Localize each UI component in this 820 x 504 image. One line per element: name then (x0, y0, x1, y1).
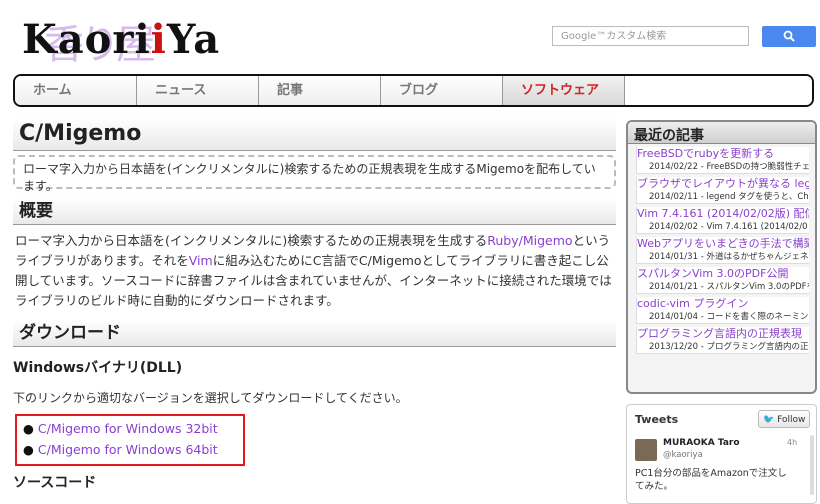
article-item: スパルタンVim 3.0のPDF公開 2014/01/21 - スパルタンVim… (636, 267, 809, 294)
tweets-scrollbar[interactable] (810, 435, 814, 495)
tweets-widget: Tweets 🐦 Follow MURAOKA Taro @kaoriya 4h… (626, 404, 817, 504)
logo-text-main: Kaori (22, 16, 151, 63)
tweet-text: PC1台分の部品をAmazonで注文してみた。 (635, 468, 787, 492)
article-link[interactable]: スパルタンVim 3.0のPDF公開 (637, 267, 809, 281)
article-meta: 2013/12/20 - プログラミング言語内の正規 (649, 342, 809, 352)
overview-text: ローマ字入力から日本語を(インクリメンタルに)検索するための正規表現を生成するR… (15, 231, 616, 311)
nav-home[interactable]: ホーム (15, 76, 137, 105)
article-item: codic-vim プラグイン 2014/01/04 - コードを書く際のネーミ… (636, 297, 809, 324)
logo-text-end: Ya (166, 16, 221, 63)
twitter-bird-icon: 🐦 (763, 415, 775, 425)
article-link[interactable]: Webアプリをいまどきの手法で構築 (637, 237, 809, 251)
tweets-title: Tweets (635, 413, 679, 426)
download-item: ● C/Migemo for Windows 32bit (23, 421, 218, 436)
overview-heading: 概要 (13, 198, 616, 225)
vim-link[interactable]: Vim (189, 253, 213, 268)
article-meta: 2014/01/04 - コードを書く際のネーミング (649, 312, 809, 322)
article-link[interactable]: プログラミング言語内の正規表現 (637, 327, 809, 341)
download-32bit-link[interactable]: C/Migemo for Windows 32bit (38, 421, 218, 436)
nav-articles[interactable]: 記事 (259, 76, 381, 105)
article-link[interactable]: Vim 7.4.161 (2014/02/02版) 配信 (637, 207, 809, 221)
recent-articles-title: 最近の記事 (628, 122, 815, 144)
windows-binary-heading: Windowsバイナリ(DLL) (13, 360, 183, 376)
nav-news[interactable]: ニュース (137, 76, 259, 105)
tweet-timestamp[interactable]: 4h (787, 438, 797, 447)
page-title: C/Migemo (13, 118, 616, 151)
article-meta: 2014/02/11 - legend タグを使うと、Chron (649, 192, 809, 202)
article-meta: 2014/02/02 - Vim 7.4.161 (2014/02/0 (649, 222, 808, 232)
search-icon (783, 30, 795, 42)
download-links: ● C/Migemo for Windows 32bit ● C/Migemo … (15, 414, 245, 466)
article-item: ブラウザでレイアウトが異なる legend 2014/02/11 - legen… (636, 177, 809, 204)
logo-text-accent: i (150, 16, 167, 63)
download-64bit-link[interactable]: C/Migemo for Windows 64bit (38, 442, 218, 457)
article-meta: 2014/02/22 - FreeBSDの持つ脆弱性チェッ (649, 162, 809, 172)
main-content: C/Migemo ローマ字入力から日本語を(インクリメンタルに)検索するための正… (13, 118, 616, 492)
overview-text-part-1: ローマ字入力から日本語を(インクリメンタルに)検索するための正規表現を生成する (15, 233, 488, 248)
download-item: ● C/Migemo for Windows 64bit (23, 442, 218, 457)
nav-empty-slot (625, 76, 812, 105)
article-item: Vim 7.4.161 (2014/02/02版) 配信 2014/02/02 … (636, 207, 809, 234)
source-code-heading: ソースコード (13, 475, 97, 491)
main-nav: ホーム ニュース 記事 ブログ ソフトウェア (13, 74, 814, 107)
article-item: FreeBSDでrubyを更新する 2014/02/22 - FreeBSDの持… (636, 147, 809, 174)
ruby-migemo-link[interactable]: Ruby/Migemo (487, 233, 572, 248)
article-link[interactable]: FreeBSDでrubyを更新する (637, 147, 809, 161)
search-button[interactable] (762, 26, 816, 47)
search-input[interactable]: Google™カスタム検索 (552, 26, 749, 46)
nav-software[interactable]: ソフトウェア (503, 76, 625, 105)
tweet-author-name[interactable]: MURAOKA Taro (663, 438, 740, 448)
article-meta: 2014/01/21 - スパルタンVim 3.0のPDFを公 (649, 282, 809, 292)
article-item: プログラミング言語内の正規表現 2013/12/20 - プログラミング言語内の… (636, 327, 809, 354)
article-link[interactable]: codic-vim プラグイン (637, 297, 809, 311)
follow-label: Follow (777, 415, 806, 425)
download-heading: ダウンロード (13, 320, 616, 347)
follow-button[interactable]: 🐦 Follow (758, 410, 810, 428)
nav-blog[interactable]: ブログ (381, 76, 503, 105)
tweet-author-handle[interactable]: @kaoriya (663, 450, 703, 460)
article-meta: 2014/01/31 - 外道はるかぜちゃんジェネレ (649, 252, 809, 262)
article-link[interactable]: ブラウザでレイアウトが異なる legend (637, 177, 809, 191)
site-logo[interactable]: 香り屋 KaoriiYa (22, 10, 222, 69)
download-intro: 下のリンクから適切なバージョンを選択してダウンロードしてください。 (13, 391, 408, 405)
avatar[interactable] (635, 439, 657, 461)
recent-articles-panel: 最近の記事 FreeBSDでrubyを更新する 2014/02/22 - Fre… (626, 120, 817, 394)
logo-wordmark: KaoriiYa (22, 20, 220, 60)
page-summary: ローマ字入力から日本語を(インクリメンタルに)検索するための正規表現を生成するM… (13, 155, 616, 193)
article-item: Webアプリをいまどきの手法で構築 2014/01/31 - 外道はるかぜちゃん… (636, 237, 809, 264)
